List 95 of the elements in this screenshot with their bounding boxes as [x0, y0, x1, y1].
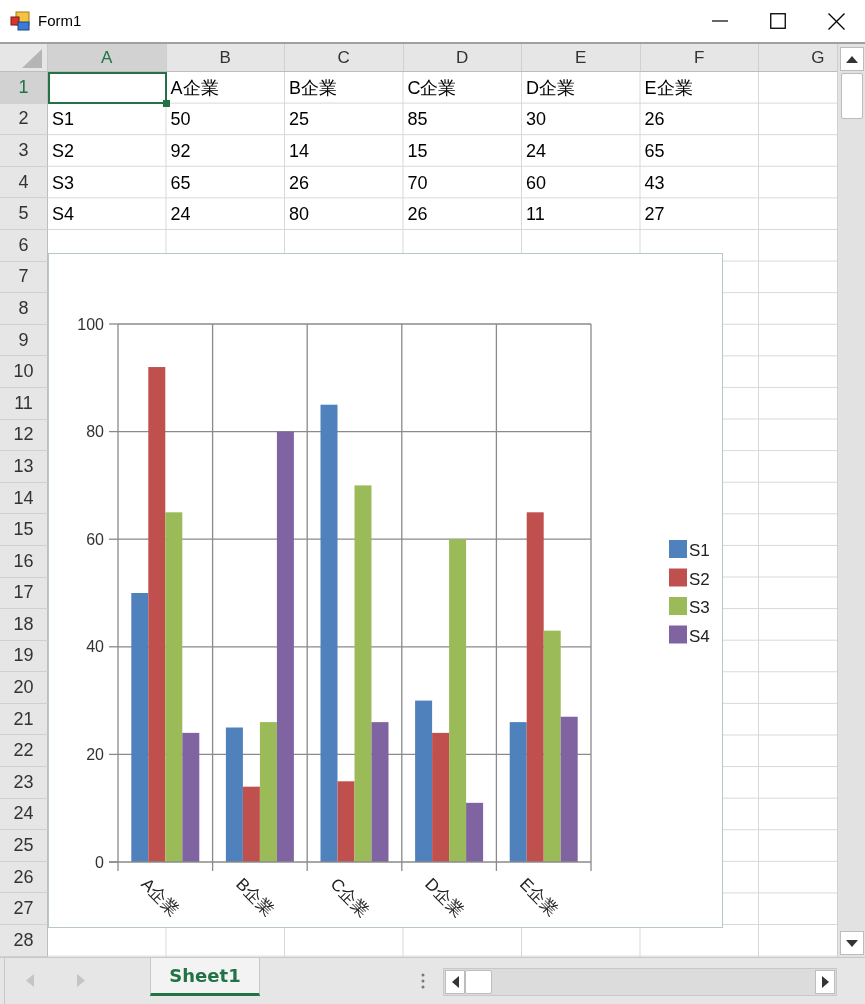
- row-header[interactable]: 15: [0, 514, 48, 546]
- caret-left-icon: [451, 976, 459, 988]
- minimize-icon: [712, 20, 728, 22]
- table-cell-text: 65: [643, 140, 666, 163]
- y-tick-label: 60: [86, 530, 104, 548]
- legend-label: S3: [689, 598, 710, 617]
- scroll-up-button[interactable]: [839, 47, 864, 71]
- row-header[interactable]: 12: [0, 419, 48, 452]
- row-header[interactable]: 25: [0, 830, 48, 862]
- row-header[interactable]: 26: [0, 861, 48, 894]
- row-header[interactable]: 14: [0, 482, 48, 515]
- column-header[interactable]: A: [48, 44, 167, 71]
- y-tick-label: 80: [86, 423, 104, 441]
- row-header[interactable]: 19: [0, 640, 48, 673]
- caret-up-icon: [845, 55, 858, 63]
- caret-right-icon: [821, 976, 829, 988]
- scroll-left-button[interactable]: [445, 970, 465, 994]
- table-cell-text: S3: [51, 171, 76, 195]
- row-header[interactable]: 17: [0, 577, 48, 610]
- table-cell-text: 24: [525, 140, 548, 163]
- table-cell-text: 25: [288, 108, 311, 132]
- table-cell-text: 15: [406, 140, 429, 163]
- table-cell-text: 50: [169, 108, 192, 132]
- row-header[interactable]: 6: [0, 229, 48, 262]
- row-header[interactable]: 28: [0, 925, 48, 957]
- row-header[interactable]: 5: [0, 198, 48, 230]
- table-cell-text: 65: [169, 171, 192, 195]
- table-cell-text: 70: [406, 171, 429, 195]
- row-header[interactable]: 9: [0, 324, 48, 357]
- close-icon: [827, 12, 845, 30]
- category-label: B企業: [232, 874, 278, 920]
- row-header[interactable]: 7: [0, 261, 48, 294]
- row-header[interactable]: 2: [0, 103, 48, 136]
- vertical-scrollbar[interactable]: [837, 44, 865, 957]
- table-cell-text: S4: [51, 203, 76, 227]
- category-label: A企業: [137, 874, 183, 920]
- vertical-dots-icon[interactable]: [421, 973, 425, 989]
- row-header[interactable]: 23: [0, 767, 48, 799]
- row-header[interactable]: 11: [0, 387, 48, 420]
- table-cell-text: S1: [51, 108, 76, 132]
- select-all-icon[interactable]: [22, 49, 42, 68]
- sheet-tab[interactable]: Sheet1: [150, 958, 260, 996]
- table-cell-text: 26: [406, 203, 429, 227]
- y-tick-label: 100: [77, 315, 104, 333]
- category-label: D企業: [421, 874, 468, 921]
- table-cell-text: D企業: [525, 76, 576, 100]
- row-header[interactable]: 20: [0, 672, 48, 704]
- y-tick-label: 0: [95, 853, 104, 871]
- table-cell-text: 60: [525, 171, 548, 195]
- table-cell-text: 24: [169, 203, 192, 227]
- table-cell-text: C企業: [406, 76, 458, 100]
- table-cell-text: 30: [525, 108, 548, 132]
- row-header[interactable]: 27: [0, 893, 48, 926]
- table-cell-text: S2: [51, 140, 76, 163]
- table-cell-text: E企業: [643, 76, 694, 100]
- row-header[interactable]: 4: [0, 166, 48, 199]
- table-cell-text: 43: [643, 171, 666, 195]
- horizontal-scrollbar[interactable]: [443, 968, 837, 996]
- row-header[interactable]: 22: [0, 735, 48, 768]
- row-header[interactable]: 10: [0, 356, 48, 388]
- table-cell-text: B企業: [288, 76, 338, 100]
- legend-label: S1: [689, 541, 710, 560]
- table-cell-text: 14: [288, 140, 311, 163]
- legend-label: S2: [689, 569, 710, 589]
- table-cell-text: 80: [288, 203, 311, 227]
- maximize-icon: [770, 13, 786, 29]
- row-header[interactable]: 1: [0, 72, 48, 104]
- table-cell-text: 92: [169, 140, 192, 163]
- scroll-thumb[interactable]: [840, 73, 863, 119]
- row-header[interactable]: 24: [0, 798, 48, 831]
- row-header[interactable]: 8: [0, 293, 48, 325]
- row-header[interactable]: 21: [0, 703, 48, 736]
- row-header[interactable]: 18: [0, 609, 48, 641]
- table-cell-text: 85: [406, 108, 429, 132]
- row-header[interactable]: 3: [0, 135, 48, 167]
- table-cell-text: 11: [525, 203, 546, 227]
- fill-handle-icon[interactable]: [162, 99, 170, 107]
- window-title: Form1: [38, 10, 82, 31]
- category-label: C企業: [326, 874, 373, 921]
- table-cell-text: 26: [643, 108, 666, 132]
- row-header[interactable]: 16: [0, 545, 48, 578]
- category-label: E企業: [515, 874, 562, 920]
- scroll-right-button[interactable]: [815, 970, 835, 994]
- row-header[interactable]: 13: [0, 451, 48, 483]
- caret-down-icon: [845, 939, 858, 947]
- y-tick-label: 20: [86, 745, 104, 763]
- table-cell-text: 27: [643, 203, 666, 227]
- legend-label: S4: [689, 626, 710, 646]
- scroll-thumb[interactable]: [465, 970, 492, 994]
- active-cell[interactable]: [48, 72, 167, 104]
- table-cell-text: 26: [288, 171, 311, 195]
- y-tick-label: 40: [86, 638, 104, 656]
- app-icon: [10, 11, 30, 31]
- scroll-down-button[interactable]: [839, 931, 864, 955]
- table-cell-text: A企業: [169, 76, 220, 100]
